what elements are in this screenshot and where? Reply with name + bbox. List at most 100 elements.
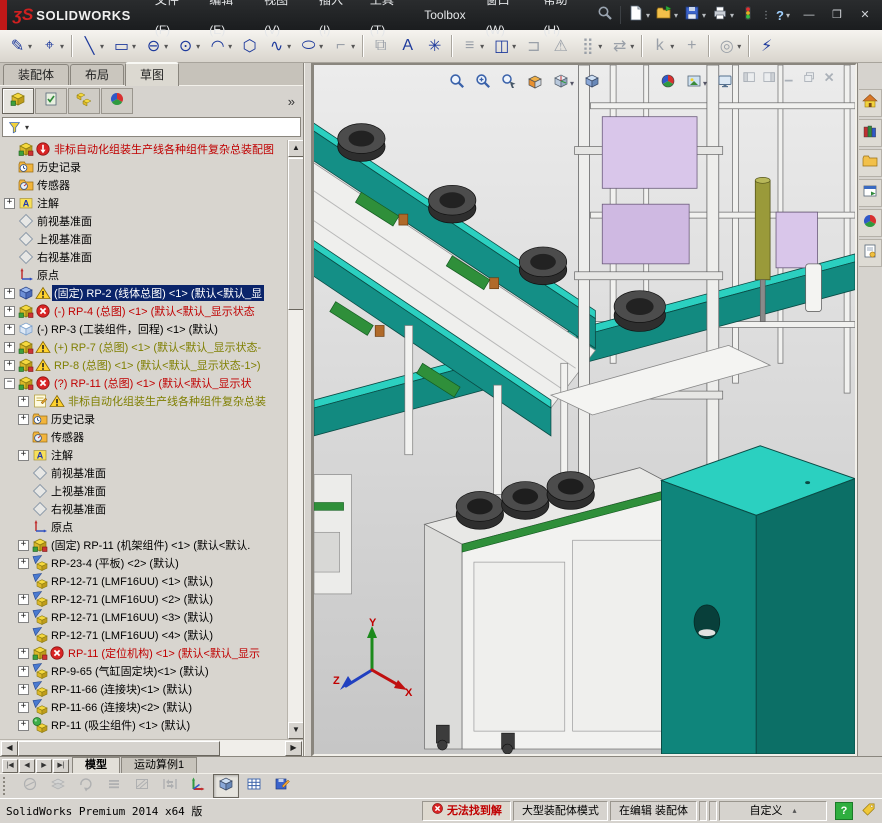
tab-propertymanager[interactable] <box>35 88 67 114</box>
tree-row[interactable]: 原点 <box>0 266 288 284</box>
chevron-down-icon[interactable]: ▾ <box>598 42 602 51</box>
chevron-down-icon[interactable]: ▾ <box>570 79 574 88</box>
tree-row[interactable]: 前视基准面 <box>0 212 288 230</box>
tree-row[interactable]: 上视基准面 <box>0 230 288 248</box>
filter-dropdown-arrow[interactable]: ▾ <box>25 123 29 132</box>
tree-row[interactable]: 历史记录 <box>0 158 288 176</box>
repair-sketch-button[interactable]: + <box>679 32 704 60</box>
section-lines-button[interactable] <box>101 774 127 798</box>
new-document-button[interactable]: ▾ <box>627 3 653 28</box>
section-view-button[interactable] <box>524 70 546 97</box>
menu-h[interactable]: 帮助(H) <box>533 0 589 45</box>
toolbar-grip[interactable] <box>3 777 13 795</box>
tab-运动算例1[interactable]: 运动算例1 <box>121 757 197 773</box>
open-document-button[interactable]: ▾ <box>655 3 681 28</box>
tree-expander[interactable]: + <box>18 666 29 677</box>
tree-row[interactable]: +历史记录 <box>0 410 288 428</box>
tree-filter-bar[interactable]: ▾ <box>2 117 301 137</box>
tab-displaymanager[interactable] <box>101 88 133 114</box>
machine-base-cabinet[interactable] <box>425 468 678 754</box>
tree-expander[interactable]: + <box>18 450 29 461</box>
tree-expander[interactable]: + <box>4 306 15 317</box>
tree-row[interactable]: 传感器 <box>0 428 288 446</box>
tab-view-palette[interactable] <box>859 179 882 207</box>
menu-t[interactable]: 工具(T) <box>360 0 414 45</box>
tab-装配体[interactable]: 装配体 <box>3 64 69 85</box>
chevron-down-icon[interactable]: ▾ <box>28 42 32 51</box>
tree-row[interactable]: +(固定) RP-2 (线体总图) <1> (默认<默认_显 <box>0 284 288 302</box>
zoom-to-area-button[interactable] <box>472 70 494 97</box>
display-style-button[interactable] <box>581 70 603 97</box>
tree-expander[interactable]: − <box>4 378 15 389</box>
assembly-visualization-button[interactable] <box>17 774 43 798</box>
tree-expander[interactable]: + <box>4 288 15 299</box>
lavender-panel[interactable] <box>776 212 817 268</box>
tree-row[interactable]: +(+) RP-7 (总图) <1> (默认<默认_显示状态- <box>0 338 288 356</box>
menu-v[interactable]: 视图(V) <box>254 0 309 45</box>
bearing-puck[interactable] <box>338 124 385 162</box>
tree-expander[interactable]: + <box>18 684 29 695</box>
chevron-down-icon[interactable]: ▾ <box>670 42 674 51</box>
tree-expander[interactable]: + <box>18 720 29 731</box>
tree-expander[interactable]: + <box>4 342 15 353</box>
tree-row[interactable]: +RP-11-66 (连接块)<1> (默认) <box>0 680 288 698</box>
chevron-down-icon[interactable]: ▾ <box>646 11 650 20</box>
tree-row[interactable]: +A注解 <box>0 194 288 212</box>
left-edge-machinery[interactable] <box>314 475 352 594</box>
status-custom-dropdown[interactable]: 自定义 ▴ <box>719 801 827 821</box>
scrollbar-thumb[interactable] <box>18 741 220 756</box>
tree-row[interactable]: 右视基准面 <box>0 248 288 266</box>
tab-appearances[interactable] <box>859 209 882 237</box>
view-settings-button[interactable] <box>714 70 736 97</box>
chevron-down-icon[interactable]: ▾ <box>702 11 706 20</box>
graphics-viewport[interactable]: ▾▾ Y Z X <box>312 63 857 756</box>
quick-snaps-button[interactable]: ◎▾ <box>714 32 744 60</box>
tree-horizontal-scrollbar[interactable]: ◀ ▶ <box>0 739 303 756</box>
teal-cabinet[interactable] <box>662 446 855 754</box>
hidden-sheets-button[interactable] <box>45 774 71 798</box>
chevron-down-icon[interactable]: ▾ <box>786 11 790 20</box>
previous-study-button[interactable]: ◀ <box>19 759 35 773</box>
tab-configurationmanager[interactable] <box>68 88 100 114</box>
scrollbar-thumb[interactable] <box>288 158 303 310</box>
print-button[interactable]: ▾ <box>711 3 737 28</box>
tree-row[interactable]: +RP-12-71 (LMF16UU) <3> (默认) <box>0 608 288 626</box>
tree-row[interactable]: −(?) RP-11 (总图) <1> (默认<默认_显示状 <box>0 374 288 392</box>
white-cylinder[interactable] <box>806 264 822 312</box>
bearing-puck[interactable] <box>519 247 566 285</box>
next-study-button[interactable]: ▶ <box>36 759 52 773</box>
save-table-button[interactable] <box>269 774 295 798</box>
chevron-down-icon[interactable]: ▾ <box>100 42 104 51</box>
design-table-button[interactable] <box>241 774 267 798</box>
tab-custom-properties[interactable] <box>859 239 882 267</box>
tab-草图[interactable]: 草图 <box>125 62 179 86</box>
sketch-settings-button[interactable]: ⚡ <box>754 32 779 60</box>
tree-expander[interactable]: + <box>18 558 29 569</box>
tree-expander[interactable]: + <box>18 612 29 623</box>
menu-e[interactable]: 编辑(E) <box>199 0 254 45</box>
tree-row[interactable]: +(-) RP-3 (工装组件，回程) <1> (默认) <box>0 320 288 338</box>
tree-row[interactable]: +RP-9-65 (气缸固定块)<1> (默认) <box>0 662 288 680</box>
maximize-button[interactable]: ❒ <box>824 5 850 25</box>
scroll-up-button[interactable]: ▲ <box>288 140 303 157</box>
pane-right-button[interactable] <box>763 71 777 90</box>
pane-left-button[interactable] <box>743 71 757 90</box>
tree-expander[interactable]: + <box>18 414 29 425</box>
chevron-down-icon[interactable]: ▾ <box>703 79 707 88</box>
move-entities-button[interactable]: ⇄▾ <box>607 32 637 60</box>
chevron-down-icon[interactable]: ▾ <box>674 11 678 20</box>
menu-w[interactable]: 窗口(W) <box>476 0 534 45</box>
tree-row[interactable]: RP-12-71 (LMF16UU) <1> (默认) <box>0 572 288 590</box>
apply-scene-button[interactable]: ▾ <box>683 70 710 97</box>
tab-布局[interactable]: 布局 <box>70 64 124 85</box>
chevron-down-icon[interactable]: ▾ <box>737 42 741 51</box>
tree-row[interactable]: 传感器 <box>0 176 288 194</box>
bearing-puck[interactable] <box>429 185 476 223</box>
tab-file-explorer[interactable] <box>859 149 882 177</box>
tree-row[interactable]: +RP-11-66 (连接块)<2> (默认) <box>0 698 288 716</box>
tree-expander[interactable]: + <box>18 648 29 659</box>
tree-expander[interactable]: + <box>4 198 15 209</box>
line-button[interactable]: ╲▾ <box>77 32 107 60</box>
rotate-view-tool-button[interactable] <box>73 774 99 798</box>
tree-row[interactable]: +(固定) RP-11 (机架组件) <1> (默认<默认. <box>0 536 288 554</box>
